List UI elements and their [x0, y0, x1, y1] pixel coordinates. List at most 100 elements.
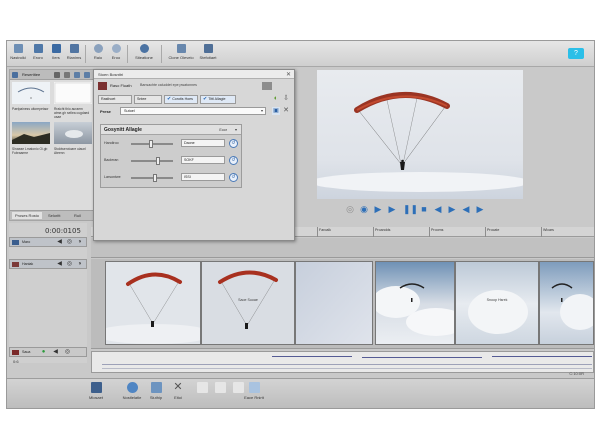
tab-corotis-hoes[interactable]: ✔Corotis Hoes: [164, 95, 198, 104]
rewind-icon[interactable]: ◉: [359, 203, 369, 215]
dialog-title-bar: Stoen Bosnttri ✕: [94, 70, 294, 79]
main-track-lane[interactable]: Saoe Suoae Snoop Hsrek: [91, 259, 594, 349]
library-header: Resertitee: [10, 70, 96, 80]
slider-knob[interactable]: [149, 140, 153, 148]
settings-tool-button[interactable]: Nostlelatle: [119, 382, 145, 406]
film-button[interactable]: Mlosaet: [85, 382, 107, 406]
grid-view-icon[interactable]: [54, 72, 60, 78]
timeline-clip[interactable]: [375, 261, 455, 345]
thumbnail-image: [12, 82, 50, 104]
preset-row: Prese Sutoel ▾ ▣ ✕: [100, 107, 290, 115]
slider-knob[interactable]: [153, 174, 157, 182]
video-editor-window: Nastroiki Eroro Ilers Rianims Raio Eroo …: [6, 40, 595, 409]
param-value-field[interactable]: Daone: [181, 139, 225, 147]
pen-button[interactable]: Stefotiaet: [195, 44, 221, 64]
param-value-field[interactable]: SOKF: [181, 156, 225, 164]
close-icon[interactable]: ✕: [286, 71, 291, 78]
lock-icon[interactable]: ◎: [66, 239, 73, 246]
effect-mode-dropdown[interactable]: Eoor: [219, 128, 227, 132]
cut-icon: ✕: [173, 381, 183, 393]
library-item[interactable]: Paelpainess uitorepetaor: [12, 82, 50, 118]
mute-icon[interactable]: ◀: [56, 261, 63, 268]
preset-select[interactable]: Sutoel ▾: [120, 107, 266, 115]
visibility-icon[interactable]: ◑: [76, 239, 83, 246]
cut-button[interactable]: ✕ Eitoi: [167, 382, 189, 406]
redo-button[interactable]: Eroo: [107, 44, 125, 64]
status-time: C:10:0R: [569, 371, 584, 376]
pause-icon[interactable]: ❚❚: [403, 203, 418, 215]
reset-icon[interactable]: ↺: [229, 156, 238, 165]
param-slider[interactable]: [131, 177, 173, 179]
solo-icon[interactable]: ◎: [64, 349, 71, 356]
mute-icon[interactable]: ◀: [56, 239, 63, 246]
param-value-field[interactable]: ISSI: [181, 173, 225, 181]
track-header-main[interactable]: Haniak ◀ ◎ ◑: [9, 259, 87, 269]
mark-out-icon[interactable]: ▶: [475, 203, 485, 215]
timeline-clip[interactable]: [105, 261, 201, 345]
video-track-lane[interactable]: [91, 238, 594, 258]
tab-selection[interactable]: Seloritt: [48, 213, 60, 218]
tab-tittl-allagie[interactable]: ✔Tittl Allagie: [200, 95, 236, 104]
tab-sntee[interactable]: Sntee: [134, 95, 162, 104]
render-button[interactable]: Eace Rnirtt: [239, 382, 269, 406]
checkmark-icon: ✔: [203, 96, 208, 102]
loop-icon[interactable]: ◎: [345, 203, 355, 215]
reset-icon[interactable]: ↺: [229, 139, 238, 148]
step-forward-icon[interactable]: ▶: [387, 203, 397, 215]
lock-icon[interactable]: ◎: [66, 261, 73, 268]
save-button[interactable]: Ilers: [47, 44, 65, 64]
tab-rasthoet[interactable]: Rasthoet: [98, 95, 132, 104]
stop-icon[interactable]: ■: [419, 203, 429, 215]
slider-knob[interactable]: [156, 157, 160, 165]
checkmark-icon: ✔: [167, 96, 172, 102]
settings-button[interactable]: Nastroiki: [9, 44, 27, 64]
mark-in-icon[interactable]: ◀: [461, 203, 471, 215]
prev-frame-icon[interactable]: ◀: [433, 203, 443, 215]
track-header-audio[interactable]: Saua ● ◀ ◎: [9, 347, 87, 357]
visibility-icon[interactable]: ◑: [76, 261, 83, 268]
eye-icon[interactable]: ◐: [272, 95, 280, 103]
effects-button[interactable]: Stieatione: [131, 44, 157, 64]
help-button[interactable]: ?: [568, 48, 584, 59]
timeline-clip[interactable]: Saoe Suoae: [201, 261, 295, 345]
grid-button[interactable]: Sluthip: [145, 382, 167, 406]
arrow-down-icon[interactable]: ⇩: [282, 95, 290, 103]
audio-enabled-icon[interactable]: ●: [40, 349, 47, 356]
timeline-clip[interactable]: [295, 261, 373, 345]
clip-thumbnail: [376, 262, 454, 344]
audio-track-lane[interactable]: [91, 351, 594, 373]
close-icon[interactable]: ✕: [282, 107, 290, 115]
library-tabs: Proses Rosto Seloritt Ruil: [10, 210, 96, 220]
tab-rules[interactable]: Ruil: [74, 213, 81, 218]
save-preset-icon[interactable]: ▣: [272, 107, 280, 115]
param-slider[interactable]: [131, 160, 173, 162]
chevron-down-icon: ▾: [234, 127, 237, 132]
reset-icon[interactable]: ↺: [229, 173, 238, 182]
dialog-tabs: Rasthoet Sntee ✔Corotis Hoes ✔Tittl Alla…: [94, 93, 294, 105]
close-icon[interactable]: [64, 72, 70, 78]
timeline-clip[interactable]: Snoop Hsrek: [455, 261, 539, 345]
clone-button[interactable]: Clone Oleveio: [167, 44, 195, 64]
library-item[interactable]: Slnaeae Lmatonio Oi.gb Fubraarme: [12, 122, 50, 158]
library-item[interactable]: Rraicht thio auraem atme-gh sellea cugda…: [54, 82, 92, 119]
source-icon: [98, 82, 107, 90]
param-row: Larsontwe ISSI ↺: [101, 171, 243, 185]
track-header-video[interactable]: Maro ◀ ◎ ◑: [9, 237, 87, 247]
library-title: Resertitee: [22, 72, 41, 77]
export-button[interactable]: Rianims: [65, 44, 83, 64]
audio-waveform: [102, 368, 592, 369]
mute-icon[interactable]: ◀: [52, 349, 59, 356]
undo-button[interactable]: Raio: [89, 44, 107, 64]
import-icon[interactable]: [74, 72, 80, 78]
tab-project-roster[interactable]: Proses Rosto: [12, 212, 43, 219]
next-frame-icon[interactable]: ▶: [447, 203, 457, 215]
clone-icon: [176, 44, 186, 53]
timeline-clip[interactable]: [539, 261, 594, 345]
play-icon[interactable]: ▶: [373, 203, 383, 215]
open-button[interactable]: Eroro: [29, 44, 47, 64]
color-swatch[interactable]: [262, 82, 272, 90]
list-view-icon[interactable]: [84, 72, 90, 78]
library-item[interactable]: Stoldwerotoare uiaunl Ateenn: [54, 122, 92, 158]
library-icon: [12, 72, 18, 78]
track-headers: 0:00:0105 Maro ◀ ◎ ◑ Haniak ◀ ◎ ◑ Saua ●…: [9, 223, 87, 364]
